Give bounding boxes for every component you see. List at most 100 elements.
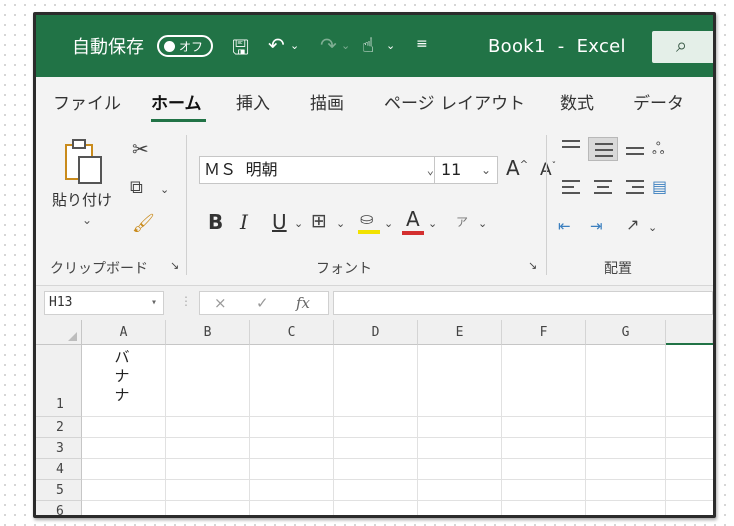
row-header-6[interactable]: 6 bbox=[36, 501, 82, 515]
row-header-4[interactable]: 4 bbox=[36, 459, 82, 480]
window-title: Book1 - Excel bbox=[488, 35, 626, 57]
orientation-icon[interactable]: ↗ bbox=[626, 215, 639, 234]
cancel-icon[interactable]: × bbox=[214, 294, 227, 312]
italic-button[interactable]: I bbox=[240, 210, 248, 234]
copy-dropdown-icon[interactable]: ⌄ bbox=[160, 183, 169, 196]
select-all-icon bbox=[68, 332, 77, 341]
grid-line bbox=[501, 345, 502, 515]
borders-icon[interactable]: ⊞ bbox=[311, 210, 327, 232]
phonetic-guide-icon[interactable]: ア bbox=[456, 213, 468, 230]
font-color-button[interactable]: A bbox=[402, 207, 424, 237]
group-separator bbox=[186, 135, 187, 275]
underline-dropdown-icon[interactable]: ⌄ bbox=[294, 217, 303, 230]
autosave-state: オフ bbox=[179, 39, 204, 54]
format-painter-icon[interactable]: 🖌 bbox=[132, 213, 155, 234]
increase-font-size-button[interactable]: A^ bbox=[506, 156, 528, 180]
align-middle-button[interactable] bbox=[588, 137, 618, 161]
drag-handle-icon[interactable]: ⋮ bbox=[180, 294, 192, 308]
grid-line bbox=[82, 458, 713, 459]
row-header-2[interactable]: 2 bbox=[36, 417, 82, 438]
touch-dropdown-icon[interactable]: ⌄ bbox=[386, 39, 395, 52]
chevron-down-icon: ⌄ bbox=[426, 163, 434, 177]
cell-a1-char: バ bbox=[114, 348, 130, 366]
formula-input[interactable] bbox=[333, 291, 713, 315]
increase-indent-icon[interactable]: ⇥ bbox=[590, 217, 603, 235]
undo-dropdown-icon[interactable]: ⌄ bbox=[290, 39, 299, 52]
decrease-indent-icon[interactable]: ⇤ bbox=[558, 217, 571, 235]
chevron-down-icon: ▾ bbox=[150, 297, 157, 308]
column-header-d[interactable]: D bbox=[334, 320, 418, 345]
alignment-group-label: 配置 bbox=[604, 261, 632, 277]
copy-icon[interactable]: ⧉ bbox=[130, 177, 143, 198]
borders-dropdown-icon[interactable]: ⌄ bbox=[336, 217, 345, 230]
font-name-select[interactable]: ＭＳ 明朝 ⌄ bbox=[199, 156, 440, 184]
search-box[interactable]: ⌕ bbox=[652, 31, 713, 63]
tab-formulas[interactable]: 数式 bbox=[560, 89, 594, 114]
undo-icon[interactable]: ↶ bbox=[268, 33, 285, 57]
phonetic-dropdown-icon[interactable]: ⌄ bbox=[478, 217, 487, 230]
tab-file[interactable]: ファイル bbox=[53, 89, 121, 114]
underline-button[interactable]: U bbox=[272, 210, 287, 234]
cell-a1-char: ナ bbox=[114, 367, 130, 385]
grid-line bbox=[165, 345, 166, 515]
text-direction-icon[interactable]: ஃ bbox=[652, 139, 665, 160]
tab-page-layout[interactable]: ページ レイアウト bbox=[384, 89, 525, 114]
customize-toolbar-icon[interactable]: ≡ bbox=[416, 36, 428, 52]
column-header-b[interactable]: B bbox=[166, 320, 250, 345]
font-color-bar bbox=[402, 231, 424, 235]
row-header-1[interactable]: 1 bbox=[36, 345, 82, 417]
font-color-letter: A bbox=[406, 207, 420, 231]
align-center-button[interactable] bbox=[588, 175, 618, 199]
column-header-e[interactable]: E bbox=[418, 320, 502, 345]
column-header-c[interactable]: C bbox=[250, 320, 334, 345]
ribbon: 貼り付け ⌄ ✂ ⧉ ⌄ 🖌 クリップボード ↘ ＭＳ 明朝 ⌄ 11 ⌄ A^… bbox=[36, 125, 713, 286]
autosave-toggle[interactable]: オフ bbox=[157, 35, 213, 57]
column-header-a[interactable]: A bbox=[82, 320, 166, 345]
row-header-3[interactable]: 3 bbox=[36, 438, 82, 459]
grid-line bbox=[82, 437, 713, 438]
grid-line bbox=[249, 345, 250, 515]
font-size-value: 11 bbox=[441, 160, 462, 179]
cell-a1[interactable]: バ ナ ナ bbox=[112, 348, 132, 405]
font-launcher-icon[interactable]: ↘ bbox=[528, 259, 537, 272]
cut-icon[interactable]: ✂ bbox=[132, 137, 149, 161]
column-header-f[interactable]: F bbox=[502, 320, 586, 345]
row-header-5[interactable]: 5 bbox=[36, 480, 82, 501]
wrap-text-icon[interactable]: ▤ bbox=[652, 177, 667, 196]
fill-color-dropdown-icon[interactable]: ⌄ bbox=[384, 217, 393, 230]
align-top-button[interactable] bbox=[556, 135, 586, 159]
grid-line bbox=[333, 345, 334, 515]
autosave-label: 自動保存 bbox=[72, 37, 144, 58]
name-box[interactable]: H13 ▾ bbox=[44, 291, 164, 315]
align-left-button[interactable] bbox=[556, 175, 586, 199]
align-right-button[interactable] bbox=[620, 175, 650, 199]
grid-line bbox=[82, 479, 713, 480]
font-color-dropdown-icon[interactable]: ⌄ bbox=[428, 217, 437, 230]
orientation-dropdown-icon[interactable]: ⌄ bbox=[648, 221, 657, 234]
touch-mode-icon[interactable]: ☝ bbox=[362, 33, 374, 57]
paste-dropdown-icon[interactable]: ⌄ bbox=[82, 213, 92, 227]
clipboard-launcher-icon[interactable]: ↘ bbox=[170, 259, 179, 272]
select-all-button[interactable] bbox=[36, 320, 82, 345]
paste-button[interactable]: 貼り付け ⌄ bbox=[48, 133, 112, 233]
enter-icon[interactable]: ✓ bbox=[256, 294, 269, 312]
insert-function-icon[interactable]: fx bbox=[296, 294, 310, 312]
name-box-value: H13 bbox=[49, 295, 73, 310]
decrease-font-size-button[interactable]: Aˇ bbox=[540, 160, 556, 180]
fill-color-button[interactable]: ⛀ bbox=[358, 209, 380, 237]
tab-data[interactable]: データ bbox=[633, 89, 684, 114]
cell-a1-char: ナ bbox=[114, 386, 130, 404]
paste-label: 貼り付け bbox=[52, 191, 113, 209]
redo-dropdown-icon: ⌄ bbox=[341, 39, 351, 52]
tab-draw[interactable]: 描画 bbox=[310, 89, 344, 114]
bold-button[interactable]: B bbox=[208, 210, 223, 234]
align-bottom-button[interactable] bbox=[620, 139, 650, 163]
column-header-h[interactable] bbox=[666, 320, 713, 345]
grow-font-label: A bbox=[506, 156, 520, 180]
tab-home[interactable]: ホーム bbox=[151, 89, 202, 114]
column-header-g[interactable]: G bbox=[586, 320, 666, 345]
font-size-select[interactable]: 11 ⌄ bbox=[434, 156, 498, 184]
worksheet-grid: A B C D E F G 1 2 3 4 5 6 バ ナ ナ bbox=[36, 320, 713, 515]
tab-insert[interactable]: 挿入 bbox=[236, 89, 270, 114]
save-icon[interactable]: 🖫 bbox=[232, 33, 249, 67]
